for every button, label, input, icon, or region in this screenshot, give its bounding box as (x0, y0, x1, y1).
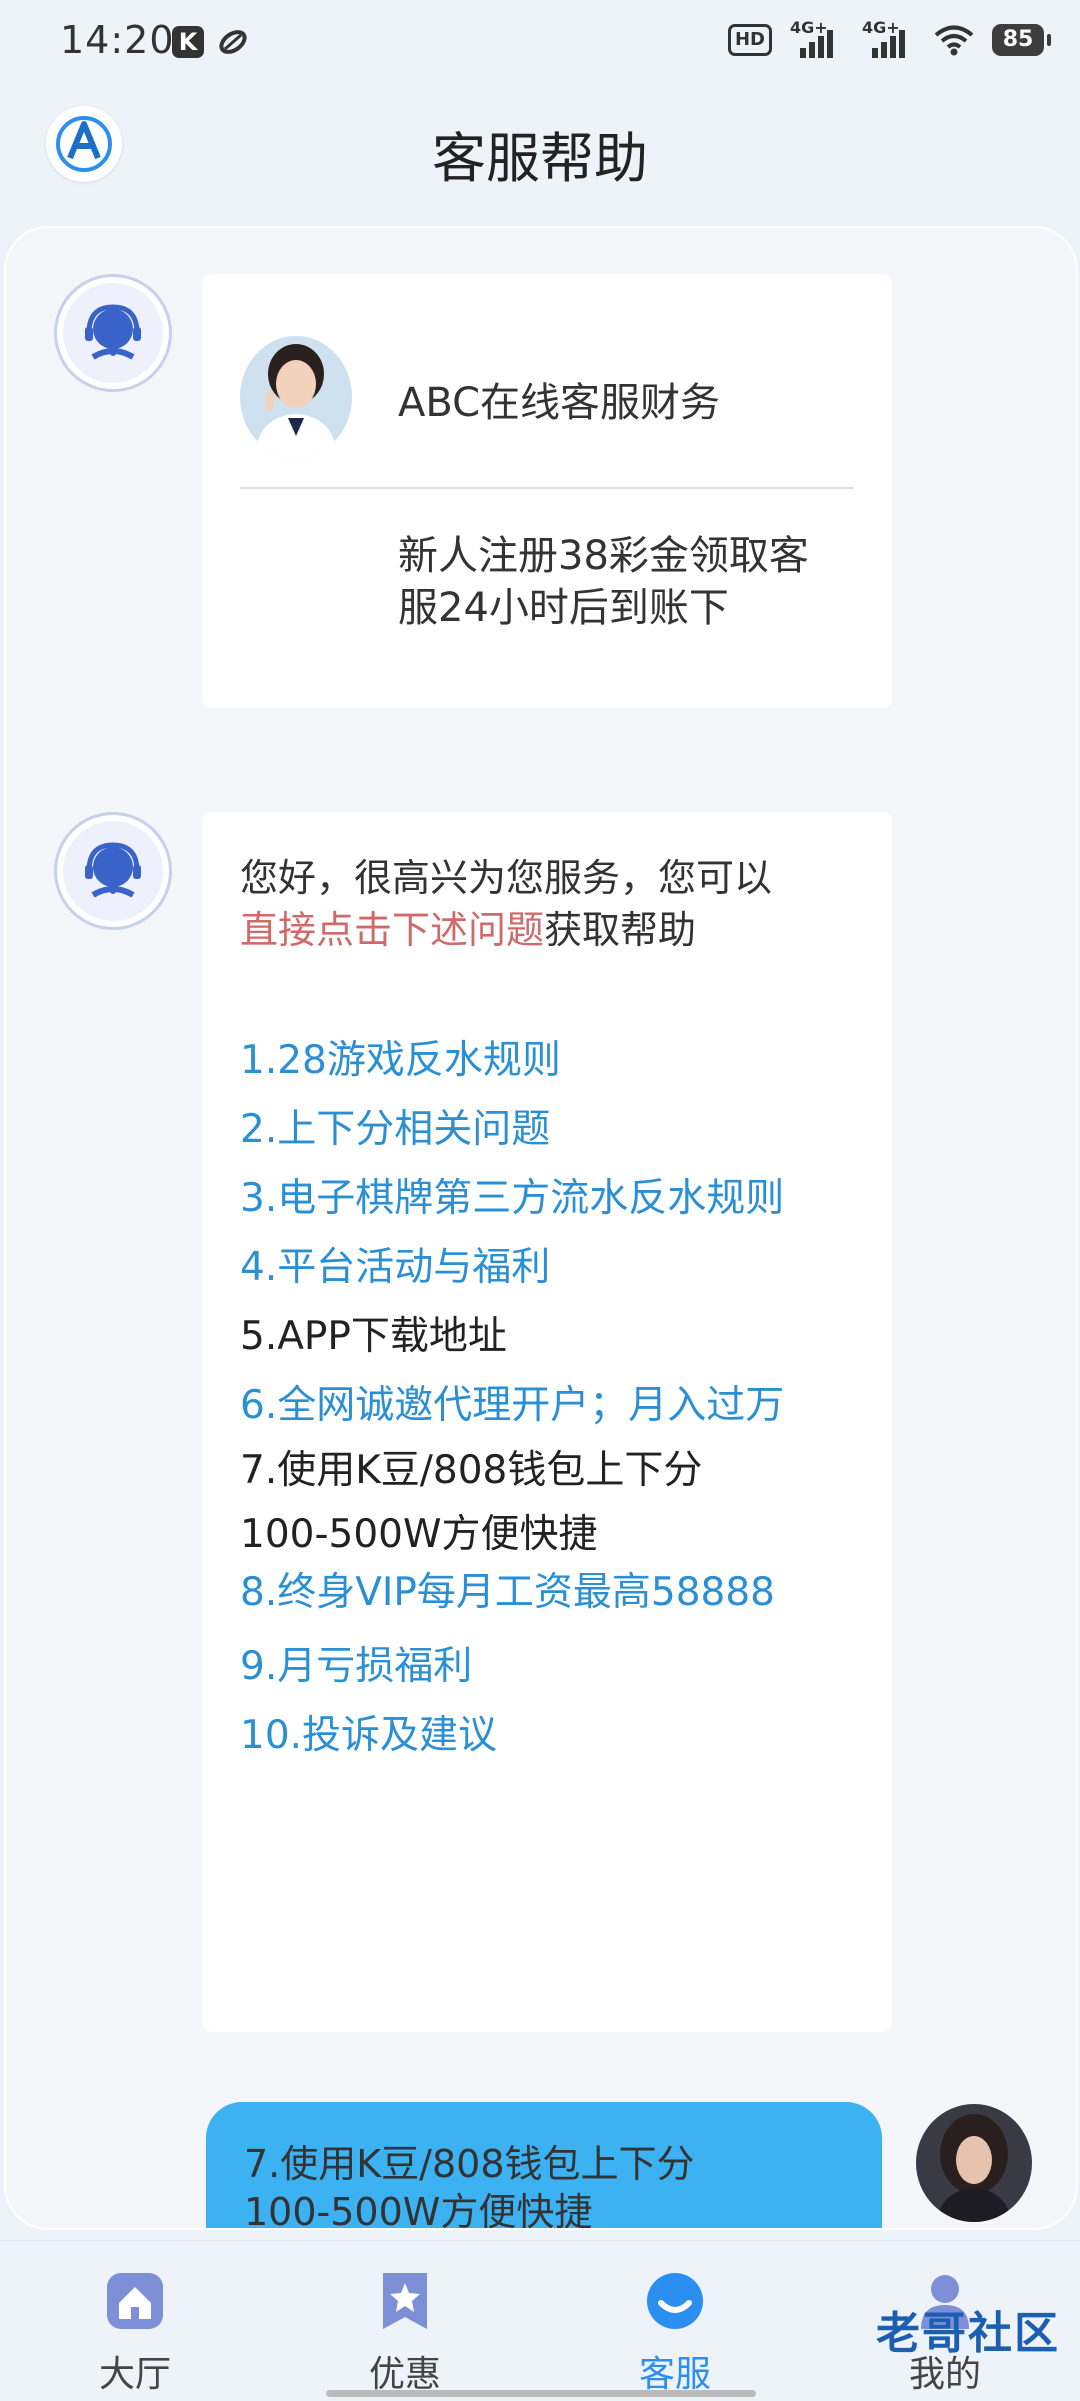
greeting-line-2: 直接点击下述问题获取帮助 (240, 904, 840, 956)
question-item-10[interactable]: 10.投诉及建议 (240, 1701, 860, 1770)
question-item-7[interactable]: 7.使用K豆/808钱包上下分 100-500W方便快捷 (240, 1440, 860, 1568)
nav-item-lobby[interactable]: 大厅 (50, 2241, 220, 2395)
customer-service-icon (85, 304, 141, 360)
chat-panel[interactable]: ABC在线客服财务 新人注册38彩金领取客 服24小时后到账下 您好，很高兴为您… (4, 226, 1078, 2230)
notice-line-1: 新人注册38彩金领取客 (398, 533, 809, 579)
page-title: 客服帮助 (432, 127, 648, 190)
question-item-4[interactable]: 4.平台活动与福利 (240, 1233, 860, 1302)
star-bookmark-icon (383, 2273, 427, 2329)
user-message-bubble: 7.使用K豆/808钱包上下分 100-500W方便快捷 (206, 2102, 882, 2230)
user-avatar (916, 2104, 1032, 2222)
hd-icon: HD (727, 24, 772, 56)
app-header: 客服帮助 (0, 96, 1080, 216)
user-message-line-2: 100-500W方便快捷 (244, 2190, 593, 2230)
agent-name: ABC在线客服财务 (398, 380, 721, 426)
question-item-5[interactable]: 5.APP下载地址 (240, 1302, 860, 1371)
k-app-icon: K (172, 26, 204, 58)
signal-icon: 4G+ (790, 18, 844, 58)
nav-item-promotions[interactable]: 优惠 (320, 2241, 490, 2395)
divider (240, 487, 854, 489)
question-item-1[interactable]: 1.28游戏反水规则 (240, 1026, 860, 1095)
question-item-6[interactable]: 6.全网诚邀代理开户；月入过万 (240, 1371, 860, 1440)
battery-icon: 85 (992, 24, 1051, 56)
greeting-suffix: 获取帮助 (544, 908, 697, 952)
faq-card: 您好，很高兴为您服务，您可以 直接点击下述问题获取帮助 1.28游戏反水规则 2… (202, 812, 892, 2032)
status-indicators: HD 4G+ 4G+ 85 (727, 18, 1051, 58)
nav-item-customer-service[interactable]: 客服 (590, 2241, 760, 2395)
watermark: 老哥社区 (876, 2308, 1060, 2359)
agent-info-card: ABC在线客服财务 新人注册38彩金领取客 服24小时后到账下 (202, 274, 892, 708)
question-item-3[interactable]: 3.电子棋牌第三方流水反水规则 (240, 1164, 860, 1233)
user-message-text: 7.使用K豆/808钱包上下分 100-500W方便快捷 (244, 2140, 695, 2230)
customer-service-icon (647, 2273, 703, 2329)
wifi-icon (934, 25, 974, 56)
bottom-nav: 大厅 优惠 客服 我的 老哥社区 (0, 2240, 1080, 2401)
agent-avatar (54, 812, 172, 930)
question-item-9[interactable]: 9.月亏损福利 (240, 1632, 860, 1701)
greeting-line-1: 您好，很高兴为您服务，您可以 (240, 856, 773, 900)
customer-service-icon (85, 842, 141, 898)
agent-photo (240, 336, 352, 458)
nav-label-lobby: 大厅 (98, 2354, 171, 2395)
agent-avatar (54, 274, 172, 392)
leaf-icon (219, 30, 247, 54)
greeting-highlight: 直接点击下述问题 (240, 908, 545, 952)
question-item-2[interactable]: 2.上下分相关问题 (240, 1095, 860, 1164)
question-item-8[interactable]: 8.终身VIP每月工资最高58888 (240, 1554, 860, 1632)
user-message-line-1: 7.使用K豆/808钱包上下分 (244, 2142, 695, 2186)
status-bar: 14:20 K HD 4G+ 4G+ 85 (0, 0, 1080, 84)
question-item-7-line-1: 7.使用K豆/808钱包上下分 (240, 1448, 703, 1493)
home-icon (107, 2273, 163, 2329)
notice-line-2: 服24小时后到账下 (398, 585, 729, 631)
status-time: 14:20 (60, 18, 175, 62)
signal-icon-2: 4G+ (862, 18, 916, 58)
notice-text: 新人注册38彩金领取客 服24小时后到账下 (398, 530, 838, 634)
home-indicator[interactable] (326, 2390, 756, 2397)
question-list: 1.28游戏反水规则 2.上下分相关问题 3.电子棋牌第三方流水反水规则 4.平… (240, 1026, 860, 1770)
greeting-text: 您好，很高兴为您服务，您可以 直接点击下述问题获取帮助 (240, 852, 840, 956)
